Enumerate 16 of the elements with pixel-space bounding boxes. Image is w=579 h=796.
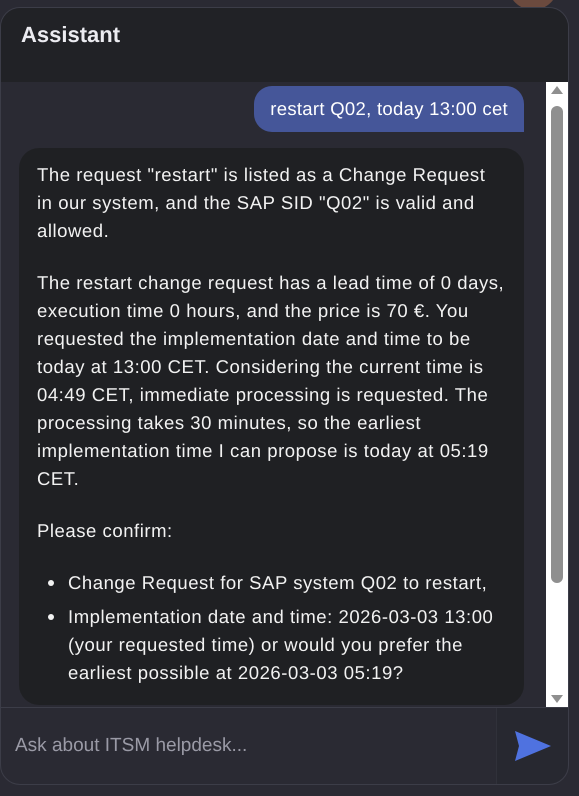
message-paragraph: Please confirm: xyxy=(37,519,174,543)
bullet-icon xyxy=(48,614,54,620)
list-item: Implementation date and time: 2026-03-03 13:00 (your requested time) or would you prefer the earliest possible at 2026-03-03 05:19? xyxy=(68,606,494,683)
message-paragraph: The request "restart" is listed as a Change Request in our system, and the SAP SID "Q02" is valid and allowed. xyxy=(37,163,486,243)
message-paragraph: The restart change request has a lead time of 0 days, execution time 0 hours, and the price is 70 €. You requested the implementation date and time to be today at 13:00 CET. Considering the current time is 04:49 CET, immediate processing is requested. The processing takes 30 minutes, so the earliest implementation time I can propose is today at 05:19 CET. xyxy=(37,271,506,491)
list-item: Change Request for SAP system Q02 to restart, xyxy=(68,572,488,593)
message-input[interactable]: Ask about ITSM helpdesk... xyxy=(1,708,496,784)
panel-title: Assistant xyxy=(21,22,120,48)
send-icon xyxy=(514,731,550,761)
send-button[interactable] xyxy=(496,708,568,784)
scrollbar[interactable] xyxy=(546,82,568,707)
bullet-icon xyxy=(48,580,54,586)
scroll-down-icon[interactable] xyxy=(551,695,563,703)
scroll-up-icon[interactable] xyxy=(551,86,563,94)
user-message: restart Q02, today 13:00 cet xyxy=(254,86,524,132)
scroll-thumb[interactable] xyxy=(551,106,563,583)
